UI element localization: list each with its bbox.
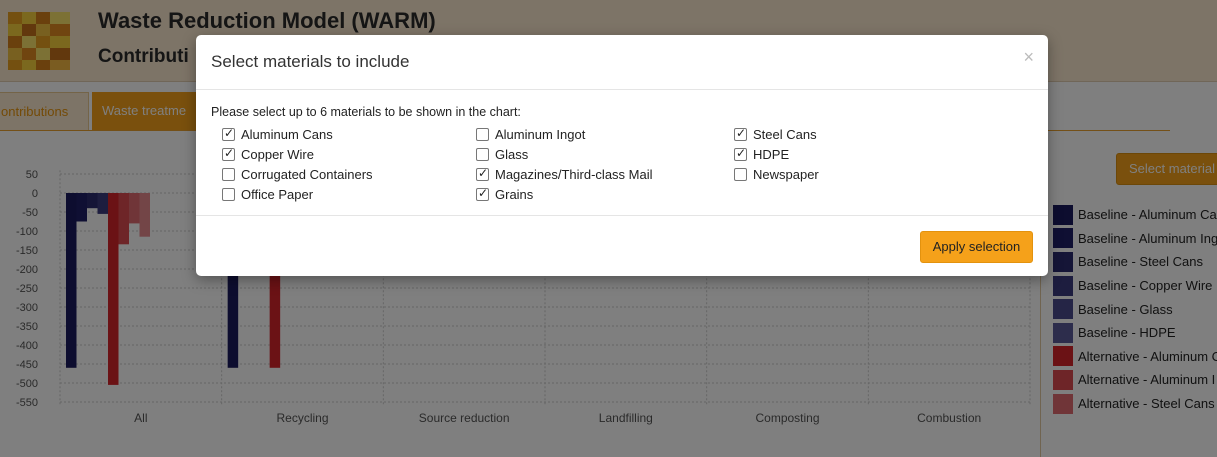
instruction-text: Please select up to 6 materials to be sh…	[211, 105, 521, 119]
checkbox-label: Aluminum Ingot	[495, 126, 586, 142]
checkbox-label: Corrugated Containers	[241, 166, 373, 182]
checkbox-label: Aluminum Cans	[241, 126, 333, 142]
checkbox[interactable]	[476, 186, 489, 201]
modal-header: Select materials to include ×	[196, 35, 1048, 90]
material-checkbox-item[interactable]: Office Paper	[222, 184, 313, 204]
checkbox-label: Magazines/Third-class Mail	[495, 166, 653, 182]
checkbox-label: Copper Wire	[241, 146, 314, 162]
close-icon[interactable]: ×	[1023, 47, 1034, 68]
checkbox[interactable]	[222, 167, 235, 181]
checkbox[interactable]	[734, 146, 747, 161]
checkbox-label: Grains	[495, 186, 534, 202]
checkbox-label: Newspaper	[753, 166, 819, 182]
checkbox[interactable]	[222, 126, 235, 141]
checkbox[interactable]	[222, 146, 235, 161]
material-checkbox-item[interactable]: Aluminum Cans	[222, 124, 333, 144]
checkbox-label: HDPE	[753, 146, 790, 162]
checkbox[interactable]	[734, 167, 747, 181]
checkbox-label: Office Paper	[241, 186, 314, 202]
material-checkbox-item[interactable]: Glass	[476, 144, 528, 164]
checkbox-label: Glass	[495, 146, 529, 162]
material-checkbox-item[interactable]: Steel Cans	[734, 124, 817, 144]
material-checkbox-item[interactable]: HDPE	[734, 144, 789, 164]
checkbox[interactable]	[222, 187, 235, 201]
material-checkbox-item[interactable]: Corrugated Containers	[222, 164, 373, 184]
material-checkbox-item[interactable]: Newspaper	[734, 164, 819, 184]
material-checkbox-item[interactable]: Aluminum Ingot	[476, 124, 585, 144]
select-materials-dialog: Select materials to include × Please sel…	[196, 35, 1048, 276]
checkbox[interactable]	[476, 127, 489, 141]
modal-title: Select materials to include	[211, 52, 410, 71]
apply-selection-button[interactable]: Apply selection	[920, 231, 1033, 263]
material-checkbox-item[interactable]: Grains	[476, 184, 533, 204]
checkbox[interactable]	[476, 166, 489, 181]
material-checkbox-item[interactable]: Copper Wire	[222, 144, 314, 164]
material-checkbox-item[interactable]: Magazines/Third-class Mail	[476, 164, 653, 184]
checkbox[interactable]	[734, 126, 747, 141]
checkbox[interactable]	[476, 147, 489, 161]
checkbox-label: Steel Cans	[753, 126, 817, 142]
modal-body: Please select up to 6 materials to be sh…	[196, 90, 1048, 216]
